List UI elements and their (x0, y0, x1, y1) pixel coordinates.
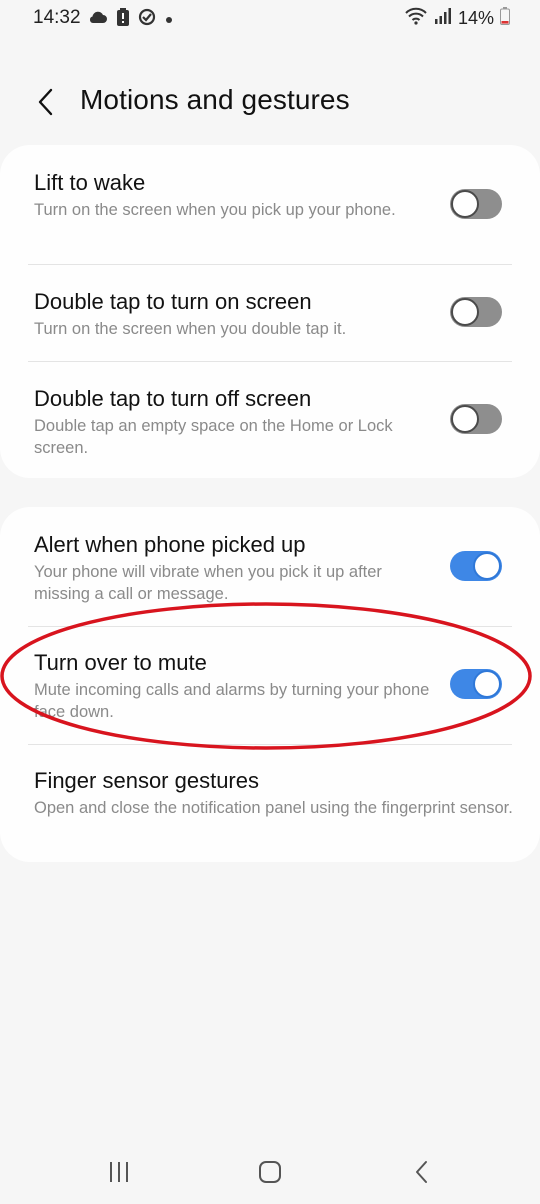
system-icons: 14% (404, 7, 510, 30)
battery-percent: 14% (457, 8, 494, 28)
toggle-knob (473, 670, 501, 698)
home-icon (259, 1161, 281, 1183)
alert-picked-up-toggle[interactable] (450, 551, 502, 581)
setting-title: Turn over to mute (34, 650, 207, 675)
setting-finger-sensor-gestures[interactable]: Finger sensor gestures Open and close th… (0, 745, 540, 862)
setting-subtitle: Your phone will vibrate when you pick it… (34, 563, 382, 603)
status-time: 14:32 (33, 7, 81, 28)
settings-group-1: Lift to wake Turn on the screen when you… (0, 145, 540, 478)
notification-icons (88, 8, 173, 31)
setting-alert-picked-up[interactable]: Alert when phone picked up Your phone wi… (0, 507, 540, 625)
setting-title: Finger sensor gestures (34, 768, 259, 793)
turn-over-to-mute-toggle[interactable] (450, 669, 502, 699)
nav-back-icon (416, 1161, 427, 1183)
setting-title: Alert when phone picked up (34, 532, 306, 557)
toggle-knob (451, 405, 479, 433)
lift-to-wake-toggle[interactable] (450, 189, 502, 219)
setting-subtitle: Turn on the screen when you double tap i… (34, 320, 347, 338)
page-title: Motions and gestures (80, 84, 350, 115)
double-tap-off-toggle[interactable] (450, 404, 502, 434)
recents-icon (110, 1162, 128, 1182)
setting-subtitle: Turn on the screen when you pick up your… (34, 201, 396, 219)
status-bar: 14:32 14% (0, 0, 540, 36)
recents-button[interactable] (95, 1154, 143, 1190)
setting-title: Lift to wake (34, 170, 146, 195)
back-arrow-icon (38, 88, 53, 116)
signal-icon (434, 8, 452, 29)
setting-turn-over-to-mute[interactable]: Turn over to mute Mute incoming calls an… (0, 627, 540, 744)
setting-double-tap-on[interactable]: Double tap to turn on screen Turn on the… (0, 265, 540, 361)
toggle-knob (451, 298, 479, 326)
setting-subtitle: Double tap an empty space on the Home or… (34, 417, 393, 457)
dot-icon (165, 11, 173, 29)
setting-lift-to-wake[interactable]: Lift to wake Turn on the screen when you… (0, 145, 540, 263)
setting-title: Double tap to turn off screen (34, 386, 312, 411)
setting-title: Double tap to turn on screen (34, 289, 312, 314)
battery-alert-icon (117, 8, 129, 31)
toggle-knob (451, 190, 479, 218)
nav-back-button[interactable] (398, 1154, 446, 1190)
navigation-bar (0, 1140, 540, 1204)
battery-icon (500, 7, 510, 30)
toggle-knob (473, 552, 501, 580)
app-header: Motions and gestures (0, 70, 540, 134)
home-button[interactable] (246, 1154, 294, 1190)
wifi-icon (404, 7, 428, 30)
setting-subtitle: Mute incoming calls and alarms by turnin… (34, 681, 430, 721)
settings-group-2: Alert when phone picked up Your phone wi… (0, 507, 540, 862)
back-button[interactable] (28, 84, 64, 120)
sync-icon (138, 8, 156, 31)
setting-subtitle: Open and close the notification panel us… (34, 799, 513, 817)
double-tap-on-toggle[interactable] (450, 297, 502, 327)
setting-double-tap-off[interactable]: Double tap to turn off screen Double tap… (0, 362, 540, 478)
cloud-icon (88, 10, 108, 29)
